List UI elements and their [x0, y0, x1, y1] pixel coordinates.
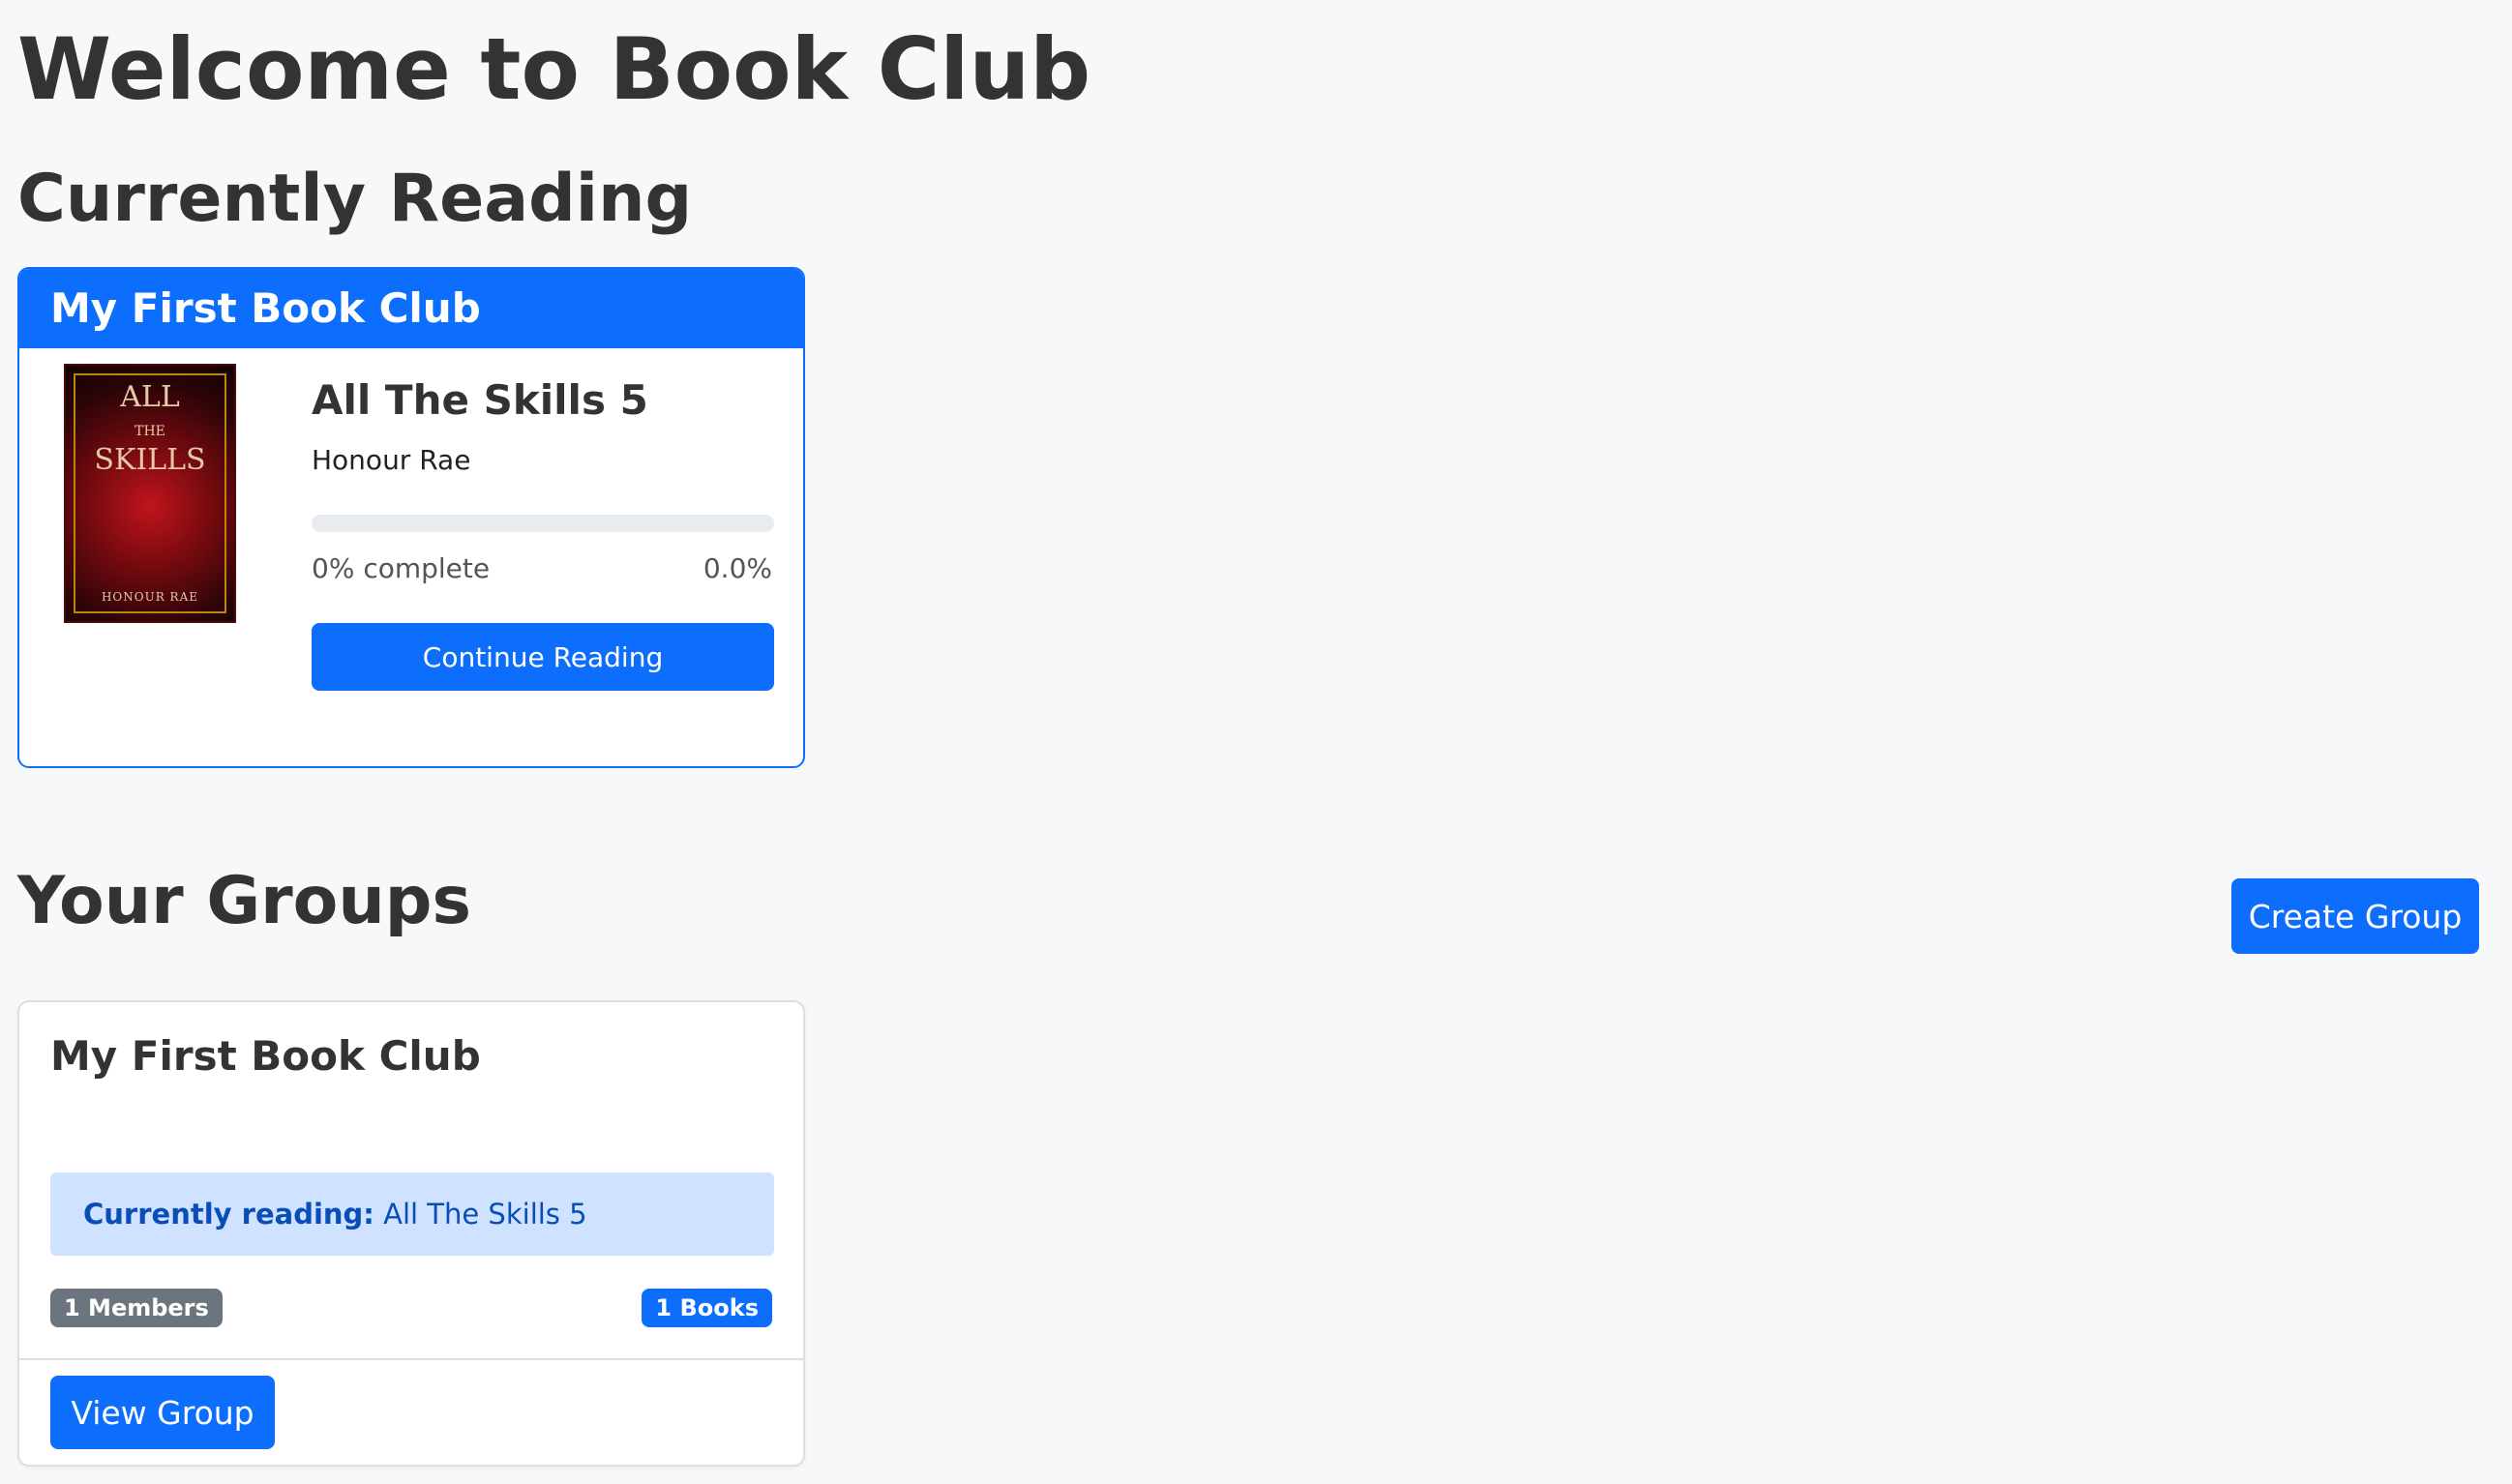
book-cover-image[interactable]: ALL THE SKILLS HONOUR RAE	[64, 364, 236, 623]
continue-reading-button[interactable]: Continue Reading	[312, 623, 774, 691]
group-name: My First Book Club	[50, 1032, 481, 1080]
progress-percent: 0.0%	[703, 552, 772, 584]
view-group-button[interactable]: View Group	[50, 1376, 275, 1449]
currently-reading-card: My First Book Club ALL THE SKILLS HONOUR R…	[17, 267, 805, 768]
your-groups-heading: Your Groups	[17, 863, 471, 939]
reading-card-group-name: My First Book Club	[19, 269, 803, 348]
cover-title-art: ALL THE SKILLS	[94, 380, 206, 477]
group-card: My First Book Club Currently reading: Al…	[17, 1000, 805, 1467]
current-reading-book: All The Skills 5	[383, 1198, 587, 1231]
group-current-book-box: Currently reading: All The Skills 5	[50, 1172, 774, 1256]
cover-author-art: HONOUR RAE	[101, 590, 199, 604]
book-author: Honour Rae	[312, 444, 471, 476]
books-count-badge: 1 Books	[642, 1289, 772, 1327]
reading-progress-bar	[312, 515, 774, 532]
progress-label: 0% complete	[312, 552, 491, 584]
page-title: Welcome to Book Club	[17, 19, 1092, 119]
current-reading-prefix: Currently reading:	[83, 1198, 374, 1231]
currently-reading-heading: Currently Reading	[17, 161, 693, 237]
members-count-badge: 1 Members	[50, 1289, 223, 1327]
book-title: All The Skills 5	[312, 376, 648, 424]
create-group-button[interactable]: Create Group	[2231, 878, 2479, 954]
card-divider	[19, 1358, 803, 1360]
